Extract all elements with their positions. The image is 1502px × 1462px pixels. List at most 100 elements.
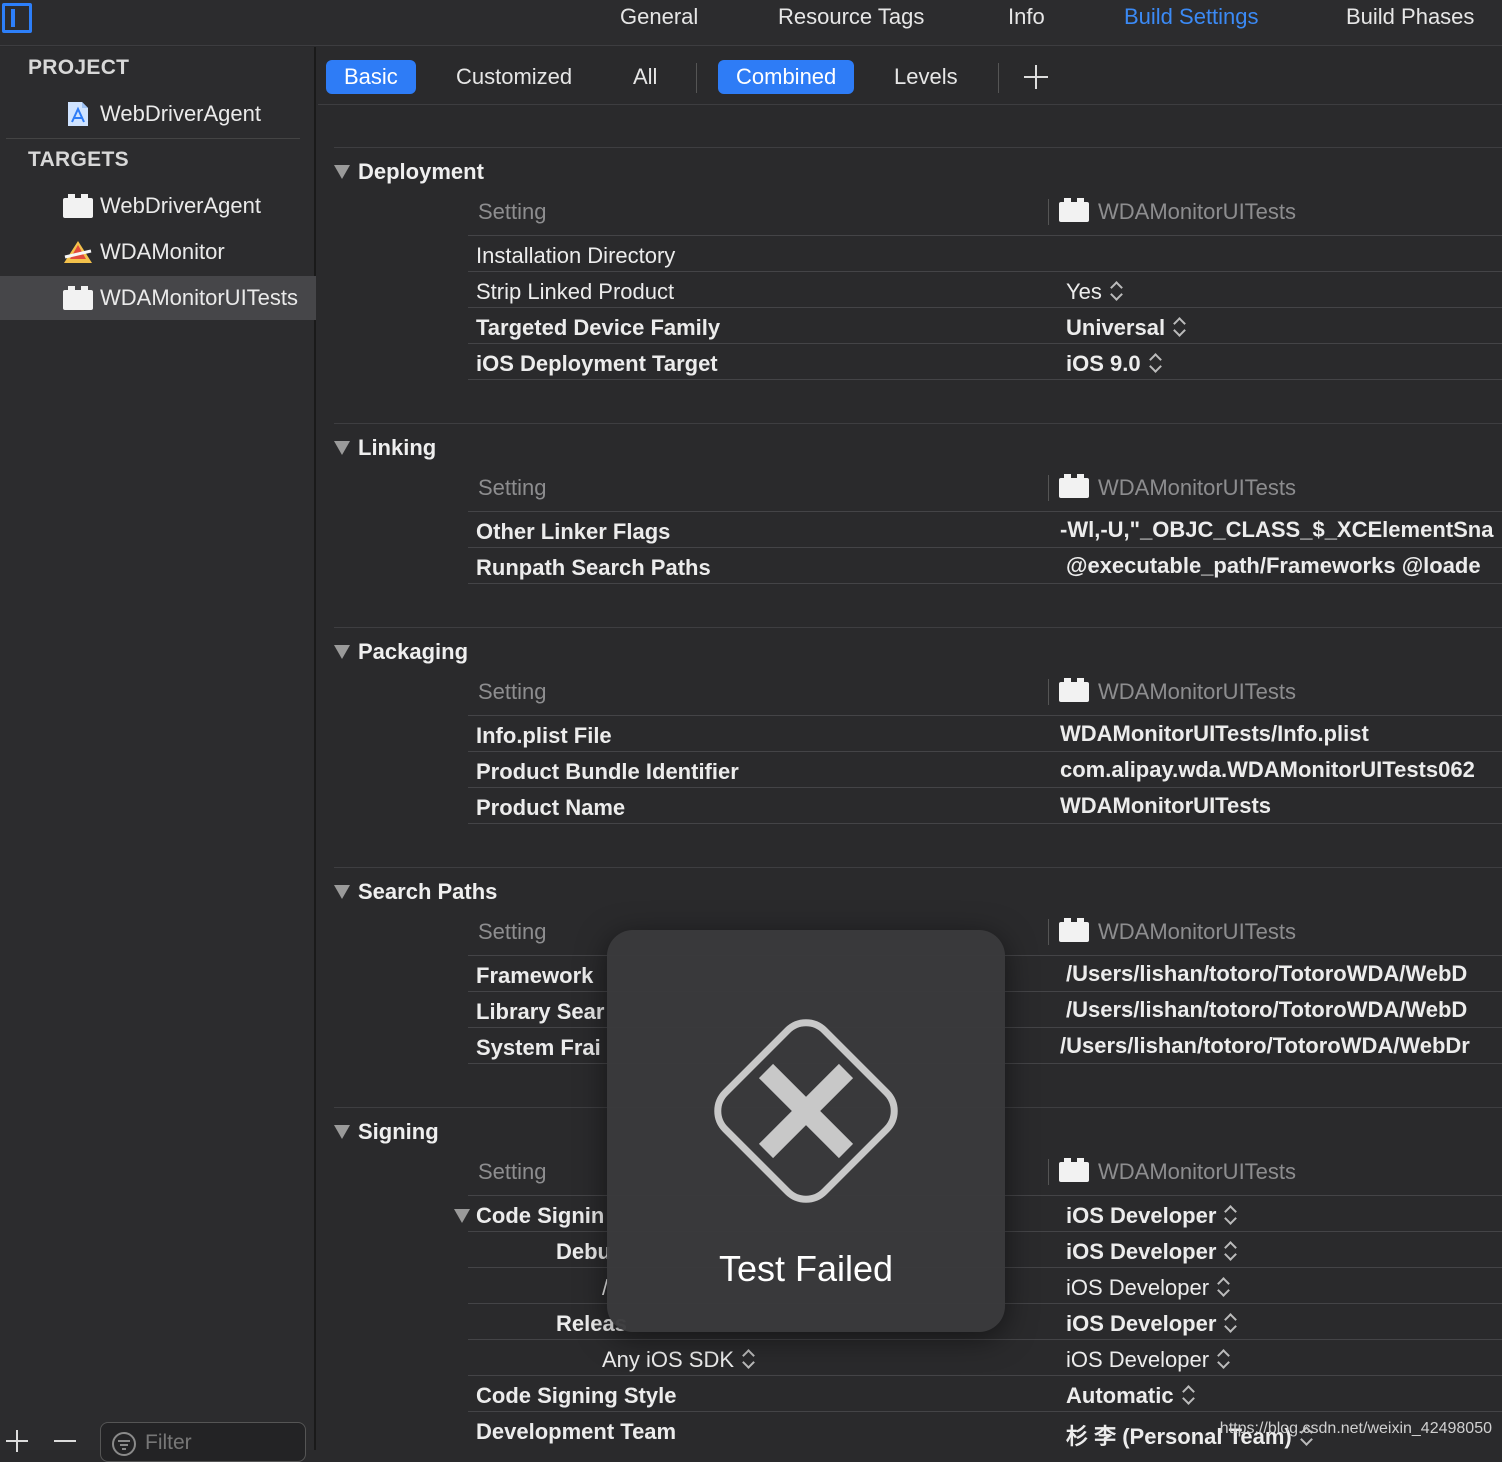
setting-value[interactable]: /Users/lishan/totoro/TotoroWDA/WebD bbox=[1066, 997, 1467, 1023]
group-divider bbox=[334, 867, 1502, 868]
stepper-icon[interactable] bbox=[1173, 317, 1185, 337]
setting-value[interactable]: iOS Developer bbox=[1066, 1311, 1236, 1337]
setting-name[interactable]: Other Linker Flags bbox=[476, 519, 670, 545]
setting-name[interactable]: Strip Linked Product bbox=[476, 279, 674, 305]
row-divider bbox=[468, 343, 1502, 344]
tab-build-phases[interactable]: Build Phases bbox=[1346, 4, 1474, 30]
setting-value[interactable]: /Users/lishan/totoro/TotoroWDA/WebDr bbox=[1060, 1033, 1470, 1059]
setting-name[interactable]: Runpath Search Paths bbox=[476, 555, 711, 581]
setting-name[interactable]: Code Signin bbox=[476, 1203, 604, 1229]
view-levels-button[interactable]: Levels bbox=[876, 60, 976, 94]
tab-resource-tags[interactable]: Resource Tags bbox=[778, 4, 924, 30]
scope-customized-button[interactable]: Customized bbox=[438, 60, 590, 94]
row-divider bbox=[468, 511, 1502, 512]
row-divider bbox=[468, 547, 1502, 548]
setting-value[interactable]: Automatic bbox=[1066, 1383, 1194, 1409]
sidebar-divider bbox=[6, 138, 300, 139]
column-divider bbox=[1048, 1159, 1049, 1185]
project-navigator: PROJECT WebDriverAgent TARGETS WebDriver… bbox=[0, 47, 316, 1462]
setting-value[interactable]: -Wl,-U,"_OBJC_CLASS_$_XCElementSna bbox=[1060, 517, 1493, 543]
setting-name[interactable]: Library Sear bbox=[476, 999, 604, 1025]
column-divider bbox=[1048, 679, 1049, 705]
tab-general[interactable]: General bbox=[620, 4, 698, 30]
stepper-icon[interactable] bbox=[1149, 353, 1161, 373]
setting-name[interactable]: Any iOS SDK bbox=[602, 1347, 754, 1373]
setting-name[interactable]: Product Name bbox=[476, 795, 625, 821]
disclosure-triangle-icon[interactable] bbox=[334, 645, 350, 659]
filter-field[interactable]: Filter bbox=[100, 1422, 306, 1462]
column-header-setting: Setting bbox=[478, 919, 547, 944]
target-bundle-icon bbox=[1059, 1158, 1089, 1182]
setting-name[interactable]: Development Team bbox=[476, 1419, 676, 1445]
group-title: Signing bbox=[358, 1119, 439, 1144]
tab-build-settings[interactable]: Build Settings bbox=[1124, 4, 1259, 30]
column-header-setting: Setting bbox=[478, 475, 547, 500]
setting-value[interactable]: WDAMonitorUITests bbox=[1060, 793, 1271, 819]
hud-message: Test Failed bbox=[718, 1248, 894, 1289]
disclosure-triangle-icon[interactable] bbox=[454, 1209, 470, 1223]
tab-info[interactable]: Info bbox=[1008, 4, 1045, 30]
group-title: Deployment bbox=[358, 159, 484, 184]
column-header-target: WDAMonitorUITests bbox=[1098, 199, 1297, 224]
disclosure-triangle-icon[interactable] bbox=[334, 1125, 350, 1139]
remove-target-button[interactable] bbox=[54, 1440, 76, 1442]
bundle-icon bbox=[63, 286, 93, 310]
target-item-wdamonitoruitests[interactable]: WDAMonitorUITests bbox=[0, 276, 316, 320]
stepper-icon[interactable] bbox=[742, 1349, 754, 1369]
setting-name[interactable]: System Frai bbox=[476, 1035, 601, 1061]
setting-value[interactable]: @executable_path/Frameworks @loade bbox=[1066, 553, 1481, 579]
scope-all-button[interactable]: All bbox=[615, 60, 675, 94]
stepper-icon[interactable] bbox=[1182, 1385, 1194, 1405]
column-divider bbox=[1048, 475, 1049, 501]
setting-value[interactable]: Universal bbox=[1066, 315, 1185, 341]
group-divider bbox=[334, 147, 1502, 148]
setting-value[interactable]: iOS Developer bbox=[1066, 1275, 1229, 1301]
app-target-icon bbox=[64, 241, 92, 263]
sidebar-toggle-icon[interactable] bbox=[2, 3, 32, 33]
setting-value[interactable]: /Users/lishan/totoro/TotoroWDA/WebD bbox=[1066, 961, 1467, 987]
add-setting-plus-icon[interactable] bbox=[1024, 65, 1048, 89]
setting-value[interactable]: iOS Developer bbox=[1066, 1239, 1236, 1265]
xcodeproj-icon bbox=[68, 102, 88, 126]
add-target-button[interactable] bbox=[6, 1430, 28, 1452]
setting-name[interactable]: Installation Directory bbox=[476, 243, 675, 269]
setting-value[interactable]: iOS Developer bbox=[1066, 1347, 1229, 1373]
bundle-icon bbox=[63, 194, 93, 218]
target-item-wdamonitor[interactable]: WDAMonitor bbox=[0, 230, 316, 274]
setting-name[interactable]: iOS Deployment Target bbox=[476, 351, 718, 377]
setting-name[interactable]: Code Signing Style bbox=[476, 1383, 676, 1409]
setting-value[interactable]: iOS Developer bbox=[1066, 1203, 1236, 1229]
stepper-icon[interactable] bbox=[1217, 1277, 1229, 1297]
setting-value[interactable]: iOS 9.0 bbox=[1066, 351, 1161, 377]
stepper-icon[interactable] bbox=[1224, 1205, 1236, 1225]
disclosure-triangle-icon[interactable] bbox=[334, 441, 350, 455]
row-divider bbox=[468, 1339, 1502, 1340]
setting-name[interactable]: Info.plist File bbox=[476, 723, 612, 749]
top-tab-bar: General Resource Tags Info Build Setting… bbox=[0, 0, 1502, 46]
column-header-setting: Setting bbox=[478, 1159, 547, 1184]
setting-value[interactable]: Yes bbox=[1066, 279, 1122, 305]
setting-value[interactable]: com.alipay.wda.WDAMonitorUITests062 bbox=[1060, 757, 1475, 783]
scope-basic-button[interactable]: Basic bbox=[326, 60, 416, 94]
watermark: https://blog.csdn.net/weixin_42498050 bbox=[1219, 1420, 1492, 1437]
setting-name[interactable]: Debu bbox=[556, 1239, 611, 1265]
setting-value[interactable]: WDAMonitorUITests/Info.plist bbox=[1060, 721, 1369, 747]
disclosure-triangle-icon[interactable] bbox=[334, 885, 350, 899]
stepper-icon[interactable] bbox=[1224, 1313, 1236, 1333]
target-bundle-icon bbox=[1059, 678, 1089, 702]
stepper-icon[interactable] bbox=[1110, 281, 1122, 301]
stepper-icon[interactable] bbox=[1217, 1349, 1229, 1369]
project-item[interactable]: WebDriverAgent bbox=[0, 92, 316, 136]
setting-name[interactable]: Targeted Device Family bbox=[476, 315, 720, 341]
group-title: Search Paths bbox=[358, 879, 498, 904]
target-item-webdriveragent[interactable]: WebDriverAgent bbox=[0, 184, 316, 228]
row-divider bbox=[468, 379, 1502, 380]
target-bundle-icon bbox=[1059, 474, 1089, 498]
setting-name[interactable]: Product Bundle Identifier bbox=[476, 759, 739, 785]
row-divider bbox=[468, 583, 1502, 584]
setting-name[interactable]: Framework bbox=[476, 963, 593, 989]
disclosure-triangle-icon[interactable] bbox=[334, 165, 350, 179]
view-combined-button[interactable]: Combined bbox=[718, 60, 855, 94]
column-divider bbox=[1048, 919, 1049, 945]
stepper-icon[interactable] bbox=[1224, 1241, 1236, 1261]
